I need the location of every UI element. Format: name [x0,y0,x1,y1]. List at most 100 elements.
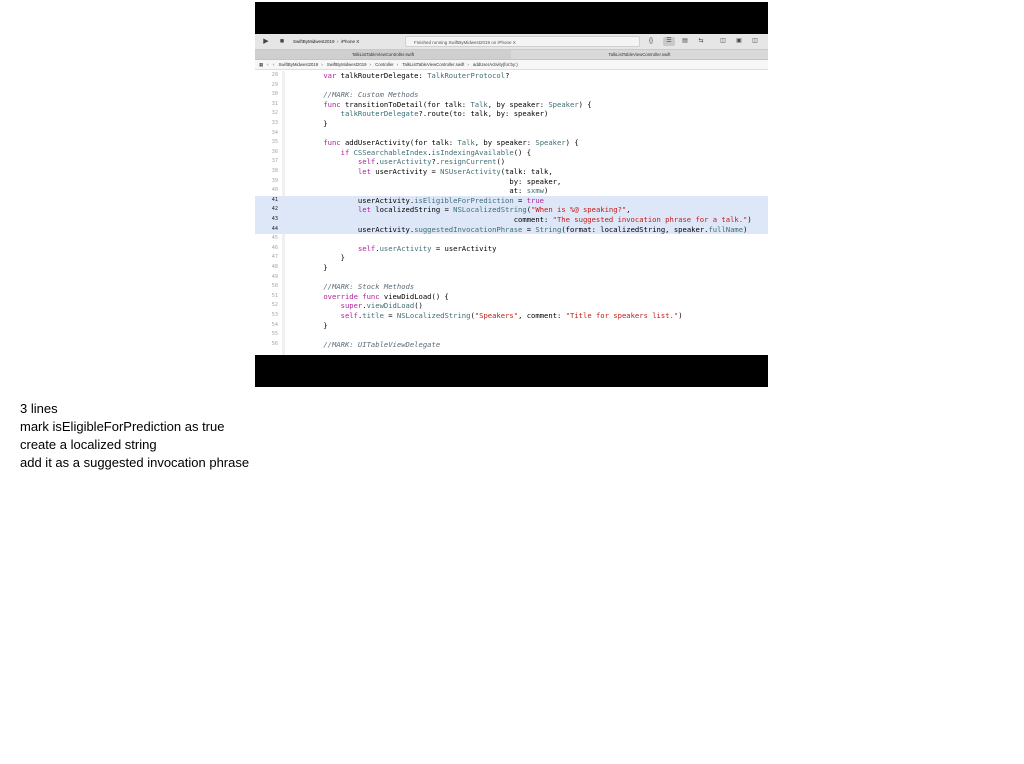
code-text: at: sxmw) [306,186,549,196]
code-line[interactable]: 40 at: sxmw) [255,186,768,196]
line-number: 49 [271,273,278,280]
code-line[interactable]: 29 [255,81,768,91]
code-text: //MARK: Stock Methods [323,282,415,292]
scheme-device: iPhone X [341,39,360,44]
code-line[interactable]: 28 var talkRouterDelegate: TalkRouterPro… [255,71,768,81]
assistant-editor-icon[interactable]: ▤ [679,37,691,46]
line-number: 40 [271,187,278,194]
editor-tab-1[interactable]: TalkListTableViewController.swift [255,50,511,59]
editor-tab-bar: TalkListTableViewController.swift TalkLi… [255,50,768,60]
code-line[interactable]: 50 //MARK: Stock Methods [255,282,768,292]
xcode-toolbar: ▶ ■ SwiftByMidwest2019 › iPhone X Finish… [255,34,768,50]
inspector-toggle-icon[interactable]: ◫ [749,37,761,46]
code-line[interactable]: 48 } [255,263,768,273]
code-text: comment: "The suggested invocation phras… [306,215,752,224]
code-text: var talkRouterDelegate: TalkRouterProtoc… [323,71,510,80]
code-text: self.title = NSLocalizedString("Speakers… [340,311,683,320]
play-icon[interactable]: ▶ [261,37,271,46]
forward-icon[interactable]: › [273,62,274,67]
code-line[interactable]: 31 func transitionToDetail(for talk: Tal… [255,100,768,110]
library-icon[interactable]: {} [645,37,657,46]
navigator-toggle-icon[interactable]: ◫ [717,37,729,46]
notes-line-4: add it as a suggested invocation phrase [20,455,250,470]
line-number: 33 [271,120,278,126]
activity-status-text: Finished running SwiftByMidwest2019 on i… [414,40,516,45]
editor-tab-2-label: TalkListTableViewController.swift [608,52,671,57]
line-number: 38 [271,168,278,174]
jumpbar-item-project[interactable]: SwiftByMidwest2019 [279,62,319,67]
code-text: override func viewDidLoad() { [323,291,449,301]
code-line[interactable]: 55 [255,330,768,340]
line-number: 53 [271,312,278,318]
line-number: 28 [271,72,278,78]
code-line[interactable]: 39 by: speaker, [255,177,768,187]
stop-icon[interactable]: ■ [277,37,287,46]
code-text: } [306,119,328,128]
code-line[interactable]: 33 } [255,119,768,129]
jump-bar: ▦ ‹ › SwiftByMidwest2019 › SwiftByMidwest… [255,60,768,70]
line-number: 52 [271,302,278,309]
code-line[interactable]: 43 comment: "The suggested invocation ph… [255,215,768,225]
version-editor-icon[interactable]: ⇆ [695,37,707,46]
line-number: 44 [271,225,278,232]
code-text: super.viewDidLoad() [340,301,423,311]
code-line[interactable]: 32 talkRouterDelegate?.route(to: talk, b… [255,109,768,119]
code-text: let localizedString = NSLocalizedString(… [357,205,631,215]
code-line[interactable]: 52 super.viewDidLoad() [255,301,768,311]
back-icon[interactable]: ‹ [267,62,268,67]
scheme-project: SwiftByMidwest2019 [293,39,335,44]
code-line[interactable]: 42 let localizedString = NSLocalizedStri… [255,205,768,215]
code-line[interactable]: 35 func addUserActivity(for talk: Talk, … [255,138,768,148]
code-text: //MARK: Custom Methods [323,90,419,100]
line-number: 43 [271,216,278,222]
code-text: self.userActivity = userActivity [357,243,497,253]
line-number: 34 [271,129,278,136]
line-number: 56 [271,340,278,347]
code-text: userActivity.isEligibleForPrediction = t… [306,195,545,205]
scheme-selector[interactable]: SwiftByMidwest2019 › iPhone X [293,37,359,46]
jumpbar-item-method[interactable]: addUserActivity(for:by:) [473,62,518,67]
code-line[interactable]: 46 self.userActivity = userActivity [255,244,768,254]
code-text: //MARK: UITableViewDelegate [323,339,441,349]
code-text: } [306,320,328,330]
line-number: 55 [271,331,278,338]
code-line[interactable]: 44 userActivity.suggestedInvocationPhras… [255,224,768,235]
source-editor[interactable]: 28 var talkRouterDelegate: TalkRouterPro… [255,71,768,355]
code-line[interactable]: 38 let userActivity = NSUserActivity(tal… [255,167,768,177]
code-line[interactable]: 54 } [255,321,768,331]
jumpbar-item-group[interactable]: SwiftByMidwest2019 [327,62,367,67]
line-number: 36 [271,148,278,155]
editor-tab-2[interactable]: TalkListTableViewController.swift [511,50,768,59]
code-text: talkRouterDelegate?.route(to: talk, by: … [340,109,549,119]
code-line[interactable]: 47 } [255,253,768,263]
code-text: let userActivity = NSUserActivity(talk: … [357,167,553,176]
code-line[interactable]: 45 [255,234,768,244]
line-number: 39 [271,177,278,184]
code-line[interactable]: 36 if CSSearchableIndex.isIndexingAvaila… [255,148,768,158]
line-number: 35 [271,139,278,146]
jumpbar-item-folder[interactable]: Controller [375,62,394,67]
code-text: } [306,253,345,263]
code-line[interactable]: 37 self.userActivity?.resignCurrent() [255,157,768,167]
standard-editor-icon[interactable]: ☰ [663,37,675,46]
jumpbar-item-file[interactable]: TalkListTableViewController.swift [402,62,464,67]
code-line[interactable]: 53 self.title = NSLocalizedString("Speak… [255,311,768,321]
debug-area-toggle-icon[interactable]: ▣ [733,37,745,46]
line-number: 32 [271,110,278,117]
code-line[interactable]: 34 [255,129,768,139]
code-line[interactable]: 56 //MARK: UITableViewDelegate [255,340,768,350]
line-number: 30 [271,91,278,98]
code-line[interactable]: 51 override func viewDidLoad() { [255,292,768,302]
code-line[interactable]: 41 userActivity.isEligibleForPrediction … [255,195,768,206]
notes-line-1: 3 lines [20,401,58,416]
notes-line-3: create a localized string [20,437,157,452]
related-items-icon[interactable]: ▦ [259,62,263,67]
line-number: 31 [271,100,278,107]
code-line[interactable]: 49 [255,273,768,283]
code-line[interactable]: 30 //MARK: Custom Methods [255,90,768,100]
line-number: 41 [271,196,278,203]
line-number: 45 [271,235,278,242]
code-text: } [306,263,328,272]
line-number: 51 [271,292,278,299]
code-text: func transitionToDetail(for talk: Talk, … [323,99,592,109]
